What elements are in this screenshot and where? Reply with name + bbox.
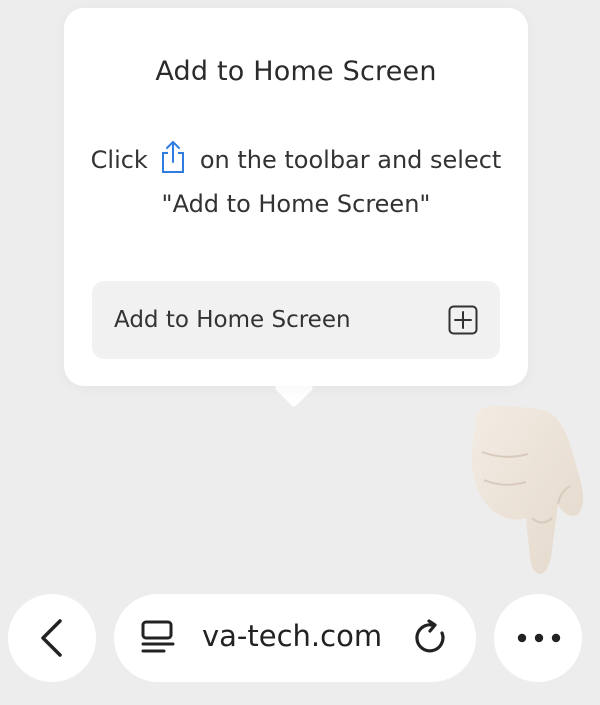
add-to-home-popup: Add to Home Screen Click on the toolbar … (64, 8, 528, 386)
browser-toolbar: va-tech.com (0, 588, 600, 688)
instruction-line-2: "Add to Home Screen" (161, 190, 431, 218)
action-label: Add to Home Screen (114, 307, 351, 333)
add-to-home-screen-button[interactable]: Add to Home Screen (92, 281, 500, 359)
instruction-prefix: Click (90, 146, 148, 174)
instruction-suffix: on the toolbar and select (199, 146, 502, 174)
reload-icon[interactable] (412, 619, 450, 657)
url-text: va-tech.com (202, 619, 383, 653)
pointing-hand-icon (471, 405, 584, 574)
back-button[interactable] (8, 594, 96, 682)
share-icon (161, 141, 184, 173)
more-dots-icon (517, 633, 561, 643)
reader-tabs-icon (141, 620, 175, 653)
chevron-left-icon (41, 619, 62, 657)
popup-title: Add to Home Screen (155, 56, 437, 87)
plus-square-icon (448, 305, 478, 335)
address-bar[interactable]: va-tech.com (114, 594, 476, 682)
instruction-line-1: Click on the toolbar and select (64, 140, 528, 174)
more-button[interactable] (494, 594, 582, 682)
